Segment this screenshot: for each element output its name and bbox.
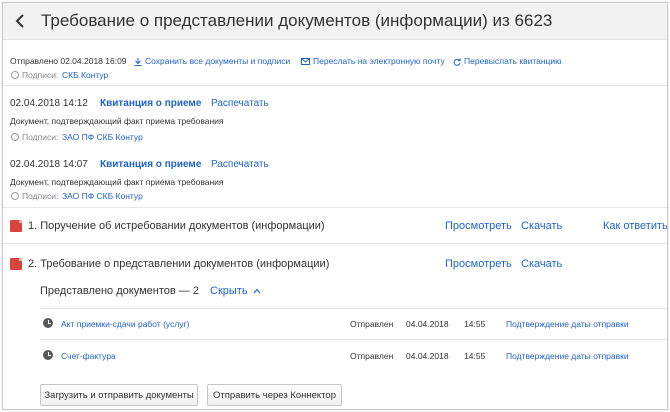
download-link[interactable]: Скачать — [521, 220, 562, 232]
date-text: 04.04.2018 — [406, 319, 449, 329]
signature-icon — [11, 71, 19, 79]
hide-label: Скрыть — [210, 285, 248, 297]
signature-icon — [11, 133, 19, 141]
chevron-left-icon — [15, 14, 24, 28]
receipt-title-link[interactable]: Квитанция о приеме — [100, 98, 201, 109]
pdf-icon — [10, 220, 22, 232]
clock-icon — [43, 318, 53, 328]
divider — [3, 243, 667, 244]
resend-receipt-link[interactable]: Перевыслать квитанцию — [453, 56, 562, 66]
signatures-label: Подписи: — [22, 70, 59, 80]
download-link[interactable]: Скачать — [521, 258, 562, 270]
signer-link[interactable]: ЗАО ПФ СКБ Контур — [62, 132, 143, 142]
clock-icon — [43, 350, 53, 360]
refresh-icon — [453, 58, 461, 66]
download-icon — [134, 57, 142, 66]
divider — [40, 339, 667, 340]
chevron-up-icon — [253, 288, 261, 294]
email-label: Переслать на электронную почту — [313, 56, 445, 66]
save-all-link[interactable]: Сохранить все документы и подписи — [134, 56, 290, 66]
signatures-label: Подписи: — [22, 191, 59, 201]
resend-label: Перевыслать квитанцию — [464, 56, 562, 66]
send-via-connector-button[interactable]: Отправить через Коннектор — [207, 384, 342, 406]
document-title: 2. Требование о представлении документов… — [28, 258, 330, 270]
submitted-item-link[interactable]: Акт приемки-сдачи работ (услуг) — [61, 319, 189, 329]
page-title: Требование о представлении документов (и… — [41, 11, 553, 30]
header: Требование о представлении документов (и… — [3, 3, 667, 40]
print-link[interactable]: Распечатать — [211, 159, 269, 170]
mail-icon — [301, 58, 310, 66]
pdf-icon — [10, 258, 22, 270]
receipt-description: Документ, подтверждающий факт приема тре… — [10, 177, 224, 187]
signer-link[interactable]: СКБ Контур — [62, 70, 108, 80]
signatures-label: Подписи: — [22, 132, 59, 142]
status-text: Отправлен — [350, 319, 394, 329]
signature-icon — [11, 192, 19, 200]
date-text: 04.04.2018 — [406, 351, 449, 361]
document-title: 1. Поручение об истребовании документов … — [28, 220, 325, 232]
submitted-count: Представлено документов — 2 — [40, 285, 199, 297]
receipt-datetime: 02.04.2018 14:07 — [10, 159, 88, 170]
hide-toggle[interactable]: Скрыть — [210, 285, 261, 297]
sent-date-text: Отправлено 02.04.2018 16:09 — [10, 56, 127, 66]
how-to-reply-link[interactable]: Как ответить — [603, 220, 667, 232]
time-text: 14:55 — [464, 319, 486, 329]
status-text: Отправлен — [350, 351, 394, 361]
divider — [40, 308, 667, 309]
receipt-description: Документ, подтверждающий факт приема тре… — [10, 116, 224, 126]
receipt-datetime: 02.04.2018 14:12 — [10, 98, 88, 109]
window: Требование о представлении документов (и… — [2, 2, 668, 410]
view-link[interactable]: Просмотреть — [445, 258, 512, 270]
view-link[interactable]: Просмотреть — [445, 220, 512, 232]
submitted-item-link[interactable]: Счет-фактура — [61, 351, 116, 361]
save-all-label: Сохранить все документы и подписи — [145, 56, 291, 66]
confirm-date-link[interactable]: Подтверждение даты отправки — [506, 351, 629, 361]
divider — [3, 85, 667, 86]
back-button[interactable] — [9, 10, 31, 32]
upload-send-button[interactable]: Загрузить и отправить документы — [40, 384, 198, 406]
receipt-title-link[interactable]: Квитанция о приеме — [100, 159, 201, 170]
signer-link[interactable]: ЗАО ПФ СКБ Контур — [62, 191, 143, 201]
divider — [3, 207, 667, 208]
time-text: 14:55 — [464, 351, 486, 361]
email-link[interactable]: Переслать на электронную почту — [301, 56, 445, 66]
confirm-date-link[interactable]: Подтверждение даты отправки — [506, 319, 629, 329]
print-link[interactable]: Распечатать — [211, 98, 269, 109]
